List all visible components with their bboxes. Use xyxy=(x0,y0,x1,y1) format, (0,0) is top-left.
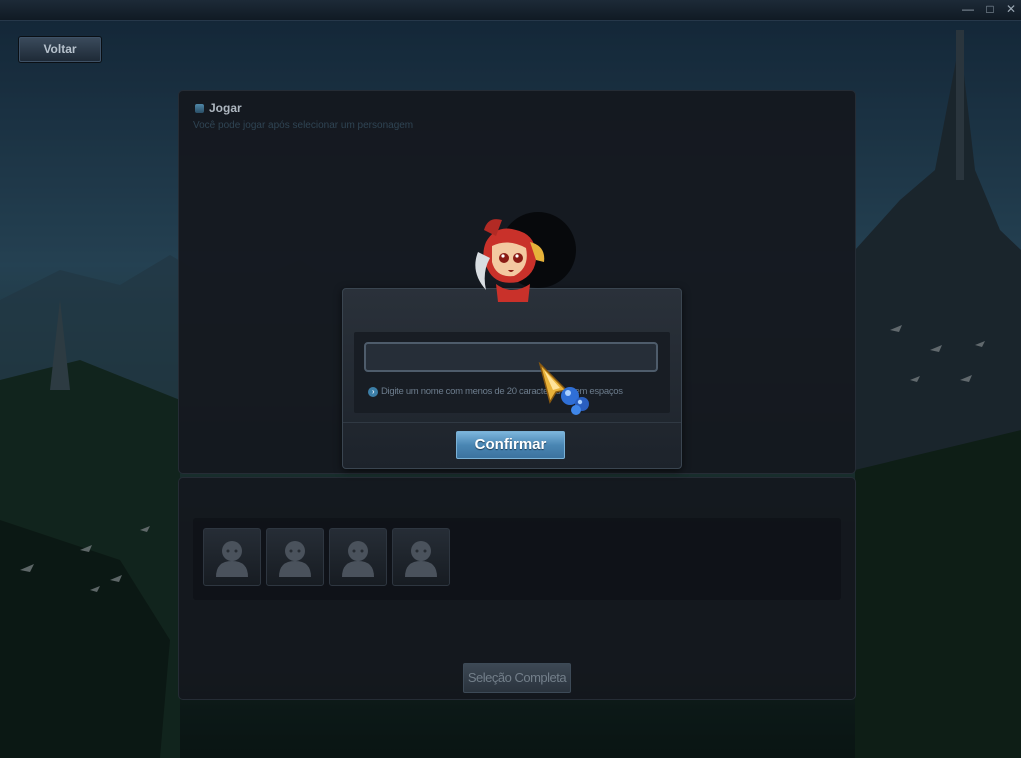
character-slot-3[interactable] xyxy=(329,528,387,586)
silhouette-icon xyxy=(342,541,374,577)
character-slot-2[interactable] xyxy=(266,528,324,586)
silhouette-icon xyxy=(216,541,248,577)
character-slot-1[interactable] xyxy=(203,528,261,586)
panel-subtitle: Você pode jogar após selecionar um perso… xyxy=(193,120,414,131)
window-title-bar: — □ ✕ xyxy=(0,0,1021,21)
character-slot-4[interactable] xyxy=(392,528,450,586)
character-mascot-image xyxy=(466,212,576,313)
dialog-divider xyxy=(343,422,681,423)
character-name-dialog: › Digite um nome com menos de 20 caracter… xyxy=(342,288,682,469)
character-slots-panel: Seleção Completa xyxy=(178,477,856,700)
panel-title-text: Jogar xyxy=(209,101,242,115)
bullet-icon xyxy=(195,104,204,113)
close-button[interactable]: ✕ xyxy=(1003,2,1019,16)
dialog-content: › Digite um nome com menos de 20 caracter… xyxy=(354,332,670,413)
silhouette-icon xyxy=(405,541,437,577)
mouse-cursor xyxy=(536,361,596,423)
character-name-input[interactable] xyxy=(364,342,658,372)
panel-title: Jogar xyxy=(195,101,242,115)
silhouette-icon xyxy=(279,541,311,577)
info-icon: › xyxy=(368,387,378,397)
selection-complete-button[interactable]: Seleção Completa xyxy=(463,663,571,693)
minimize-button[interactable]: — xyxy=(960,2,976,16)
maximize-button[interactable]: □ xyxy=(982,2,998,16)
confirm-button[interactable]: Confirmar xyxy=(456,431,565,459)
back-button[interactable]: Voltar xyxy=(19,37,101,62)
